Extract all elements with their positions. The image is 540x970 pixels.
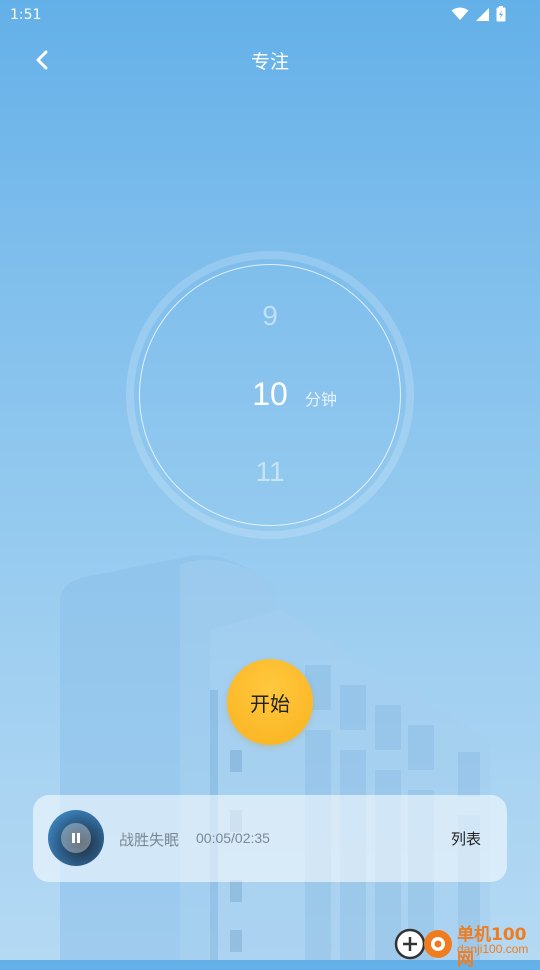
playlist-button[interactable]: 列表	[451, 828, 481, 849]
track-time: 00:05/02:35	[196, 830, 270, 846]
status-icons	[451, 6, 506, 22]
status-time: 1:51	[10, 7, 42, 23]
dial-unit-label: 分钟	[305, 390, 338, 409]
track-title: 战胜失眠	[119, 831, 180, 849]
album-cover[interactable]	[48, 810, 104, 866]
wifi-icon	[451, 7, 469, 20]
signal-icon	[476, 7, 489, 21]
watermark-logo-icon	[394, 928, 452, 960]
pause-icon	[72, 833, 80, 843]
watermark: 单机100网 danji100.com	[390, 918, 540, 970]
status-bar: 1:51	[0, 0, 540, 32]
page-title: 专注	[250, 51, 289, 73]
building-illustration	[60, 555, 490, 960]
dial-value-prev[interactable]: 9	[0, 300, 540, 332]
watermark-url: danji100.com	[457, 942, 529, 956]
dial-value-next[interactable]: 11	[0, 456, 540, 488]
start-button[interactable]: 开始	[227, 659, 313, 745]
pause-button[interactable]	[61, 823, 91, 853]
battery-charging-icon	[496, 6, 506, 22]
dial-value-current[interactable]: 10	[0, 376, 540, 413]
player-bar: 战胜失眠 00:05/02:35 列表	[33, 795, 507, 882]
